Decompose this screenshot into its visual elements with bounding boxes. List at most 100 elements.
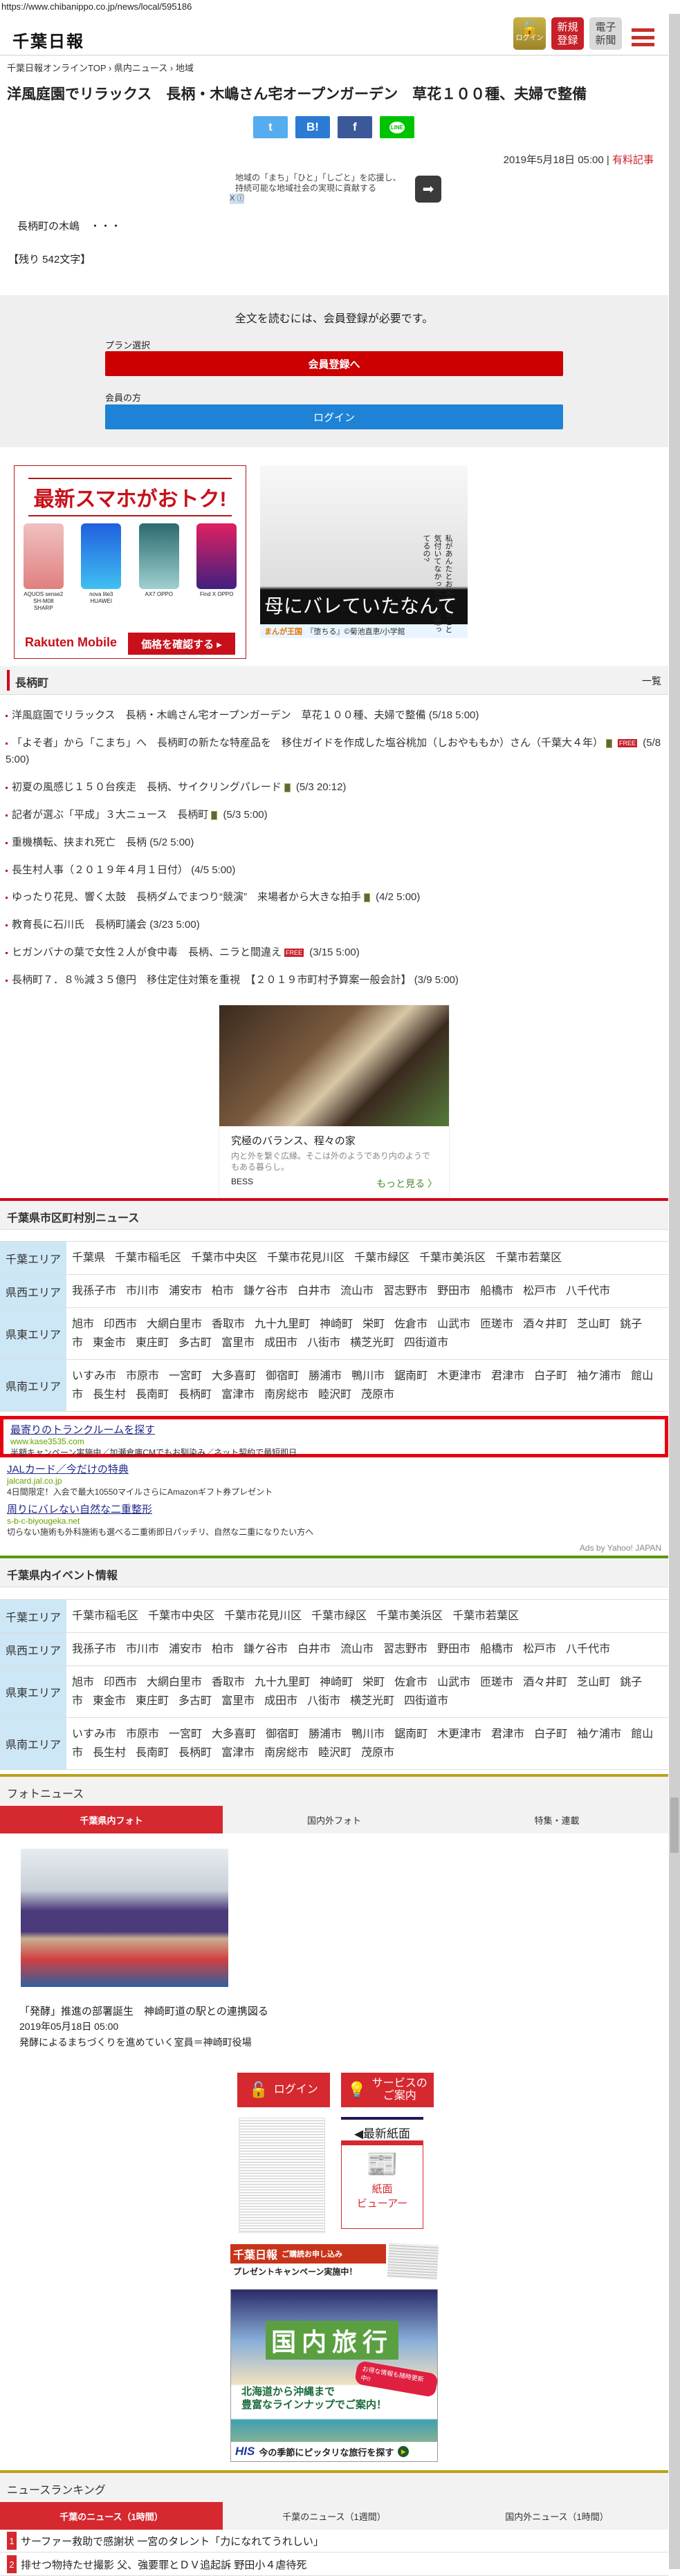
breadcrumb-local-news[interactable]: 県内ニュース	[114, 63, 167, 73]
city-link[interactable]: 旭市	[72, 1318, 94, 1330]
paywall-login-button[interactable]: ログイン	[105, 404, 563, 429]
city-link[interactable]: 市川市	[126, 1285, 159, 1297]
city-link[interactable]: 酒々井町	[523, 1677, 567, 1688]
city-link[interactable]: 千葉市稲毛区	[72, 1610, 138, 1622]
his-cta[interactable]: HIS 今の季節にピッタリな旅行を探す ▶	[231, 2442, 437, 2461]
city-link[interactable]: 君津市	[491, 1728, 524, 1740]
city-link[interactable]: 山武市	[437, 1677, 470, 1688]
subscribe-banner[interactable]: 千葉日報 ご購読お申し込み プレゼントキャンペーン実施中！	[230, 2243, 439, 2280]
news-link[interactable]: 初夏の風感じ１５０台疾走 長柄、サイクリングパレード	[12, 781, 282, 793]
paper-viewer-button[interactable]: 📰 紙面 ビューアー	[341, 2140, 423, 2229]
city-link[interactable]: 木更津市	[437, 1370, 481, 1382]
register-button[interactable]: 会員登録へ	[105, 351, 563, 376]
city-link[interactable]: 市原市	[126, 1728, 159, 1740]
city-link[interactable]: 御宿町	[266, 1370, 299, 1382]
city-link[interactable]: 長柄町	[178, 1389, 212, 1401]
news-list-item[interactable]: 重機横転、挟まれ死亡 長柄 (5/2 5:00)	[6, 834, 663, 851]
town-all-link[interactable]: 一覧	[642, 674, 661, 688]
city-link[interactable]: 柏市	[212, 1643, 234, 1655]
news-link[interactable]: 長柄町７．８％減３５億円 移住定住対策を重視 【２０１９市町村予算案一般会計】	[12, 974, 412, 986]
city-link[interactable]: 神崎町	[320, 1318, 353, 1330]
city-link[interactable]: 栄町	[362, 1677, 385, 1688]
city-link[interactable]: 勝浦市	[309, 1370, 342, 1382]
city-link[interactable]: 木更津市	[437, 1728, 481, 1740]
his-travel-ad[interactable]: 国内旅行 お得な情報も随時更新中!! 北海道から沖縄まで 豊富なラインナップでご案…	[230, 2289, 439, 2462]
city-link[interactable]: 我孫子市	[72, 1643, 116, 1655]
line-share-button[interactable]: LINE	[380, 116, 414, 138]
ad-cta-button[interactable]: 価格を確認する ▸	[128, 633, 235, 655]
city-link[interactable]: 柏市	[212, 1285, 234, 1297]
city-link[interactable]: 習志野市	[383, 1285, 428, 1297]
news-list-item[interactable]: 長生村人事（２０１９年４月１日付） (4/5 5:00)	[6, 862, 663, 879]
city-link[interactable]: 成田市	[264, 1337, 297, 1349]
city-link[interactable]: 東庄町	[136, 1695, 169, 1707]
city-link[interactable]: 勝浦市	[309, 1728, 342, 1740]
news-list-item[interactable]: 「よそ者」から「こまち」へ 長柄町の新たな特産品を 移住ガイドを作成した塩谷桃加…	[6, 735, 663, 768]
news-list-item[interactable]: 教育長に石川氏 長柄町議会 (3/23 5:00)	[6, 917, 663, 933]
city-link[interactable]: 鎌ケ谷市	[243, 1285, 288, 1297]
city-link[interactable]: 四街道市	[404, 1695, 448, 1707]
city-link[interactable]: 浦安市	[169, 1643, 202, 1655]
city-link[interactable]: 睦沢町	[318, 1389, 351, 1401]
browser-url[interactable]: https://www.chibanippo.co.jp/news/local/…	[1, 1, 192, 12]
tab-chiba-photo[interactable]: 千葉県内フォト	[0, 1806, 223, 1833]
city-link[interactable]: 千葉市中央区	[191, 1252, 257, 1264]
city-link[interactable]: 印西市	[104, 1677, 137, 1688]
city-link[interactable]: 一宮町	[169, 1370, 202, 1382]
bess-ad[interactable]: 究極のバランス、程々の家 内と外を繋ぐ広縁。そこは外のようであり内のようでもある…	[219, 1005, 450, 1197]
city-link[interactable]: 栄町	[362, 1318, 385, 1330]
city-link[interactable]: 千葉市稲毛区	[115, 1252, 181, 1264]
city-link[interactable]: 鴨川市	[351, 1370, 385, 1382]
news-link[interactable]: 洋風庭園でリラックス 長柄・木嶋さん宅オープンガーデン 草花１００種、夫婦で整備	[12, 709, 426, 721]
city-link[interactable]: いすみ市	[72, 1728, 116, 1740]
header-register-button[interactable]: 新規登録	[551, 17, 584, 50]
city-link[interactable]: 白井市	[297, 1285, 331, 1297]
news-list-item[interactable]: 長柄町７．８％減３５億円 移住定住対策を重視 【２０１９市町村予算案一般会計】 …	[6, 972, 663, 989]
tab-world-1h[interactable]: 国内外ニュース（1時間）	[445, 2502, 668, 2530]
city-link[interactable]: 長生村	[93, 1389, 126, 1401]
tab-features[interactable]: 特集・連載	[445, 1806, 668, 1833]
twitter-share-button[interactable]: t	[253, 116, 288, 138]
city-link[interactable]: 四街道市	[404, 1337, 448, 1349]
city-link[interactable]: 茂原市	[361, 1389, 394, 1401]
city-link[interactable]: 九十九里町	[255, 1677, 310, 1688]
city-link[interactable]: 千葉市若葉区	[452, 1610, 519, 1622]
city-link[interactable]: 千葉市中央区	[148, 1610, 214, 1622]
city-link[interactable]: 白井市	[297, 1643, 331, 1655]
ranking-item[interactable]: 2 排せつ物持たせ撮影 父、強要罪とＤＶ追起訴 野田小４虐待死	[0, 2553, 668, 2576]
city-link[interactable]: 市原市	[126, 1370, 159, 1382]
city-link[interactable]: 我孫子市	[72, 1285, 116, 1297]
ad-title[interactable]: 周りにバレない自然な二重整形	[7, 1502, 659, 1516]
scrollbar-thumb[interactable]	[670, 1798, 679, 1853]
city-link[interactable]: 横芝光町	[350, 1337, 394, 1349]
city-link[interactable]: 千葉市美浜区	[419, 1252, 486, 1264]
news-list-item[interactable]: 初夏の風感じ１５０台疾走 長柄、サイクリングパレード (5/3 20:12)	[6, 779, 663, 796]
city-link[interactable]: 長南町	[136, 1747, 169, 1759]
tab-domestic-photo[interactable]: 国内外フォト	[223, 1806, 445, 1833]
city-link[interactable]: 千葉市花見川区	[267, 1252, 344, 1264]
city-link[interactable]: 船橋市	[480, 1285, 513, 1297]
arrow-right-icon[interactable]: ➡	[415, 176, 441, 203]
site-logo[interactable]: 千葉日報	[12, 28, 84, 52]
city-link[interactable]: 白子町	[534, 1370, 567, 1382]
ad-close-info-icon[interactable]: X ⓘ	[230, 194, 245, 204]
city-link[interactable]: 匝瑳市	[480, 1677, 513, 1688]
city-link[interactable]: 大網白里市	[147, 1318, 202, 1330]
yahoo-ad[interactable]: 周りにバレない自然な二重整形 s-b-c-biyougeka.net 切らない施…	[0, 1497, 668, 1538]
city-link[interactable]: 南房総市	[264, 1389, 309, 1401]
city-link[interactable]: 東金市	[93, 1337, 126, 1349]
city-link[interactable]: 南房総市	[264, 1747, 309, 1759]
city-link[interactable]: 香取市	[212, 1677, 245, 1688]
city-link[interactable]: 野田市	[437, 1643, 470, 1655]
news-list-item[interactable]: 記者が選ぶ「平成」３大ニュース 長柄町 (5/3 5:00)	[6, 807, 663, 823]
city-link[interactable]: 船橋市	[480, 1643, 513, 1655]
tab-chiba-1h[interactable]: 千葉のニュース（1時間）	[0, 2502, 223, 2530]
city-link[interactable]: 松戸市	[523, 1643, 556, 1655]
breadcrumb-top[interactable]: 千葉日報オンラインTOP	[7, 63, 106, 73]
latest-paper-label[interactable]: ◀最新紙面	[341, 2124, 423, 2141]
news-link[interactable]: 「よそ者」から「こまち」へ 長柄町の新たな特産品を 移住ガイドを作成した塩谷桃加…	[12, 737, 603, 749]
city-link[interactable]: 千葉県	[72, 1252, 105, 1264]
city-link[interactable]: 佐倉市	[394, 1677, 428, 1688]
city-link[interactable]: 袖ケ浦市	[577, 1728, 621, 1740]
city-link[interactable]: 八街市	[307, 1337, 340, 1349]
